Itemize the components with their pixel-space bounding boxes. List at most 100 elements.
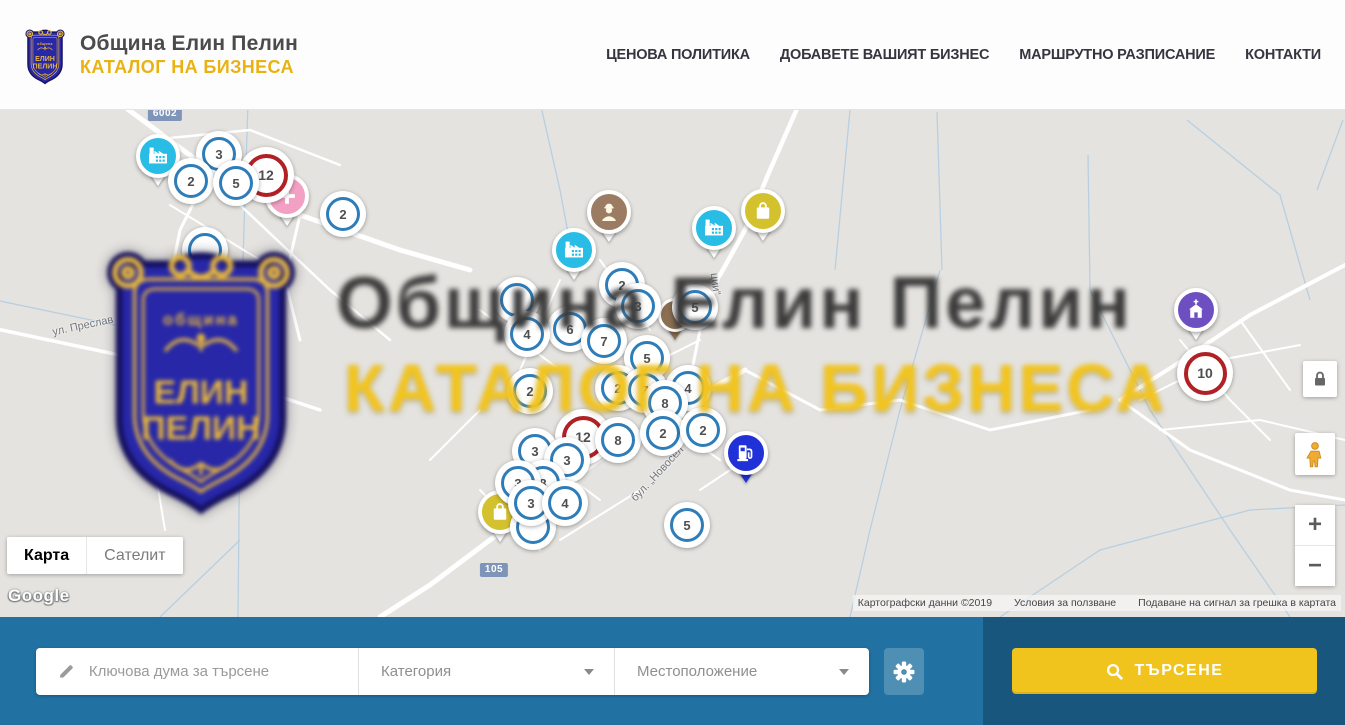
lock-button[interactable]: [1303, 361, 1337, 397]
zoom-in-button[interactable]: +: [1295, 505, 1335, 546]
pegman-icon: [1304, 441, 1326, 468]
cluster-count: 7: [600, 334, 607, 349]
svg-text:ЕЛИН: ЕЛИН: [35, 56, 55, 63]
cluster-ring: 5: [219, 166, 253, 200]
cluster-count: 2: [339, 207, 346, 222]
map-cluster-marker[interactable]: 7: [581, 318, 627, 364]
cluster-count: 3: [563, 453, 570, 468]
zoom-control: + −: [1295, 505, 1335, 586]
search-button-label: ТЪРСЕНЕ: [1135, 662, 1224, 680]
location-label: Местоположение: [637, 663, 757, 680]
cluster-ring: 2: [646, 416, 680, 450]
map-type-control: Карта Сателит: [7, 537, 183, 574]
category-label: Категория: [381, 663, 451, 680]
google-logo[interactable]: Google: [8, 586, 70, 606]
cluster-count: 2: [526, 384, 533, 399]
map-cluster-marker[interactable]: 4: [504, 311, 550, 357]
report-error-link[interactable]: Подаване на сигнал за грешка в картата: [1138, 597, 1336, 609]
map-attribution: Картографски данни ©2019 Условия за полз…: [853, 595, 1341, 611]
cluster-count: 2: [614, 381, 621, 396]
map-cluster-marker[interactable]: 10: [1177, 345, 1233, 401]
cluster-count: 2: [699, 423, 706, 438]
cluster-count: 2: [659, 426, 666, 441]
nav-item[interactable]: КОНТАКТИ: [1245, 47, 1321, 63]
nav-item[interactable]: ЦЕНОВА ПОЛИТИКА: [606, 47, 750, 63]
map-cluster-marker[interactable]: 2: [320, 191, 366, 237]
map-cluster-marker[interactable]: 2: [507, 368, 553, 414]
cluster-count: 12: [258, 167, 274, 183]
cluster-ring: 2: [174, 164, 208, 198]
cluster-ring: 3: [621, 289, 655, 323]
search-icon: [1105, 662, 1124, 681]
map-cluster-marker[interactable]: [182, 227, 228, 273]
street-view-pegman-button[interactable]: [1295, 433, 1335, 475]
map-type-satellite-button[interactable]: Сателит: [87, 537, 182, 574]
cluster-count: 3: [527, 496, 534, 511]
pin-factory-marker[interactable]: [552, 228, 596, 272]
location-dropdown[interactable]: Местоположение: [614, 648, 869, 695]
zoom-out-button[interactable]: −: [1295, 546, 1335, 586]
google-map[interactable]: 12325223564752274812822338334510 община …: [0, 110, 1345, 617]
cluster-ring: 7: [587, 324, 621, 358]
factory-icon: [692, 206, 736, 250]
map-cluster-marker[interactable]: 8: [595, 417, 641, 463]
map-cluster-marker[interactable]: 3: [615, 283, 661, 329]
advanced-settings-button[interactable]: [884, 648, 924, 695]
map-cluster-marker[interactable]: 5: [664, 502, 710, 548]
cluster-ring: 2: [326, 197, 360, 231]
nav-item[interactable]: ДОБАВЕТЕ ВАШИЯТ БИЗНЕС: [780, 47, 989, 63]
map-cluster-marker[interactable]: 2: [168, 158, 214, 204]
church-icon: [1174, 288, 1218, 332]
keyword-field[interactable]: [36, 648, 358, 695]
cluster-count: 10: [1197, 365, 1213, 381]
terms-link[interactable]: Условия за ползване: [1014, 597, 1116, 609]
factory-icon: [552, 228, 596, 272]
cluster-count: 8: [614, 433, 621, 448]
chevron-down-icon: [584, 669, 594, 675]
map-cluster-marker[interactable]: 5: [213, 160, 259, 206]
keyword-input[interactable]: [89, 663, 340, 680]
site-subtitle: КАТАЛОГ НА БИЗНЕСА: [80, 57, 298, 78]
bag-icon: [741, 189, 785, 233]
cluster-ring: 2: [686, 413, 720, 447]
cluster-ring: [188, 233, 222, 267]
cluster-count: 2: [187, 174, 194, 189]
fuel-icon: [724, 431, 768, 475]
cluster-count: 5: [683, 518, 690, 533]
map-cluster-marker[interactable]: 2: [680, 407, 726, 453]
pin-fuel-marker[interactable]: [724, 431, 768, 475]
site-title: Община Елин Пелин: [80, 31, 298, 57]
cluster-count: 3: [215, 147, 222, 162]
cluster-count: 4: [523, 327, 530, 342]
cluster-count: 5: [232, 176, 239, 191]
svg-text:община: община: [37, 41, 53, 45]
cluster-ring: 8: [601, 423, 635, 457]
cluster-ring: 4: [510, 317, 544, 351]
chevron-down-icon: [839, 669, 849, 675]
pencil-icon: [58, 662, 75, 681]
cluster-ring: 4: [548, 486, 582, 520]
map-type-map-button[interactable]: Карта: [7, 537, 87, 574]
site-logo[interactable]: община ЕЛИН ПЕЛИН Община Елин Пелин КАТА…: [20, 22, 298, 88]
pin-church-marker[interactable]: [1174, 288, 1218, 332]
map-cluster-marker[interactable]: 2: [640, 410, 686, 456]
search-fields: Категория Местоположение: [36, 648, 869, 695]
pin-bag-marker[interactable]: [741, 189, 785, 233]
svg-text:ПЕЛИН: ПЕЛИН: [33, 63, 58, 70]
map-cluster-marker[interactable]: 4: [542, 480, 588, 526]
nav-item[interactable]: МАРШРУТНО РАЗПИСАНИЕ: [1019, 47, 1215, 63]
municipality-crest-logo: община ЕЛИН ПЕЛИН: [20, 22, 70, 88]
search-bar: Категория Местоположение ТЪРСЕНЕ: [0, 617, 1345, 725]
cluster-count: 8: [661, 396, 668, 411]
search-button-panel: ТЪРСЕНЕ: [983, 617, 1345, 725]
cluster-ring: 10: [1184, 352, 1227, 395]
cluster-count: 5: [691, 300, 698, 315]
cluster-ring: 5: [670, 508, 704, 542]
pin-factory-marker[interactable]: [692, 206, 736, 250]
search-button[interactable]: ТЪРСЕНЕ: [1012, 648, 1317, 694]
map-cluster-marker[interactable]: 5: [672, 284, 718, 330]
category-dropdown[interactable]: Категория: [358, 648, 614, 695]
cluster-count: 4: [561, 496, 568, 511]
road-number-badge: 6002: [148, 110, 182, 121]
cluster-count: 3: [634, 299, 641, 314]
